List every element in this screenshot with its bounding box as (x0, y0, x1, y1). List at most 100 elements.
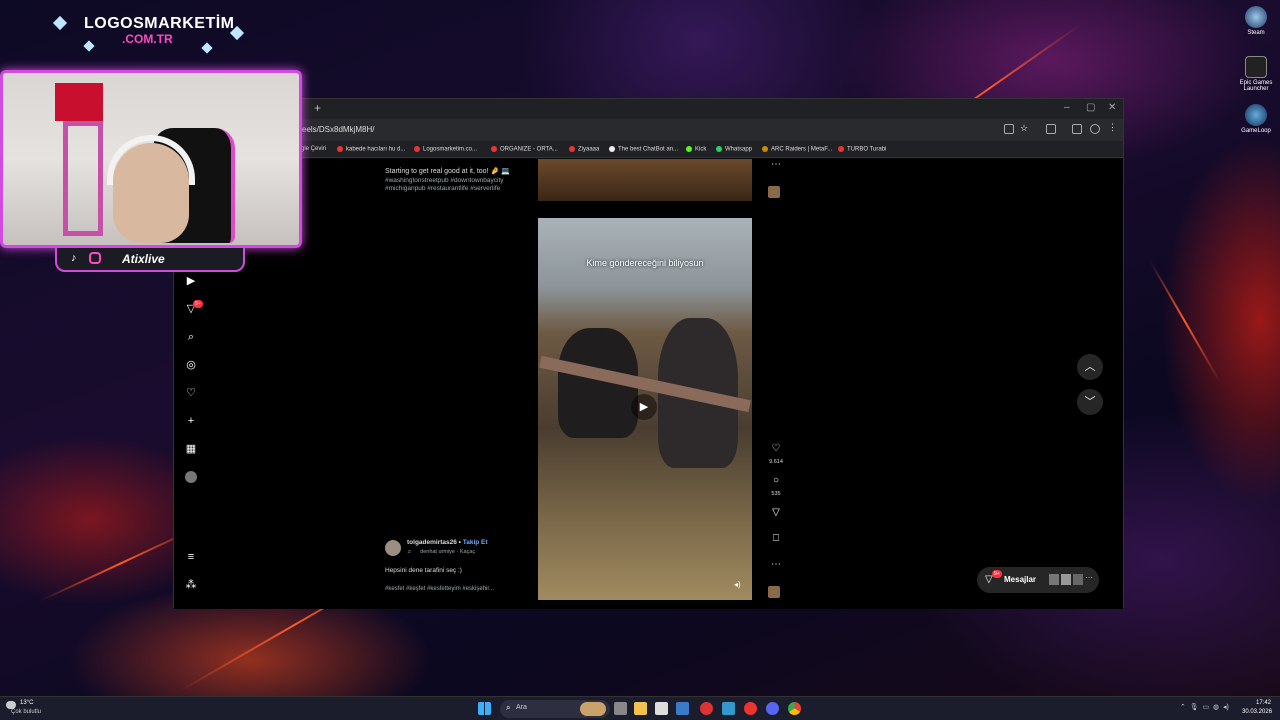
new-tab-button[interactable]: + (314, 101, 321, 115)
desktop-icon-steam[interactable]: Steam (1238, 6, 1274, 36)
app-icon[interactable] (700, 702, 713, 715)
star-icon[interactable]: ☆ (1020, 123, 1030, 133)
bookmark[interactable]: gle Çeviri (301, 146, 326, 152)
play-button[interactable]: ▶ (631, 394, 657, 420)
logo-diamond-icon (83, 40, 95, 52)
profile-avatar[interactable] (185, 471, 197, 483)
mute-icon[interactable]: ◂) (734, 580, 741, 589)
instagram-icon (89, 252, 101, 264)
bookmark[interactable]: Kick (686, 146, 706, 153)
profile-icon[interactable] (1090, 124, 1100, 134)
reel-overlay-text: Kime göndereceğini biliyosun (586, 258, 704, 268)
comment-count: 535 (771, 491, 781, 497)
dashboard-icon[interactable]: ▦ (185, 443, 197, 455)
reel1-caption: Starting to get real good at it, too! 🤌 … (385, 168, 510, 175)
file-explorer-icon[interactable] (634, 702, 647, 715)
bookmarks-bar: gle Çeviri kabede hacıları hu d... Logos… (174, 141, 1123, 158)
more-options-icon[interactable]: ⋯ (769, 559, 783, 570)
messages-label: Mesajlar (1004, 575, 1037, 584)
streamer-nameplate: ♪ Atixlive (55, 246, 245, 272)
bookmark[interactable]: TURBO Turabi (838, 146, 886, 153)
weather-desc[interactable]: Çok bulutlu (11, 709, 41, 715)
comment-icon[interactable]: ○ (769, 475, 783, 486)
steam-icon (1245, 6, 1267, 28)
notification-badge: 9+ (193, 300, 203, 308)
logo-diamond-icon (52, 15, 68, 31)
browser-titlebar: + – ▢ ✕ (174, 99, 1123, 119)
address-bar[interactable]: eels/DSx8dMkjM8H/ ☆ ⋮ (174, 119, 1123, 141)
cast-icon[interactable] (1072, 124, 1082, 134)
minimize-button[interactable]: – (1064, 102, 1070, 113)
messages-badge: 9+ (992, 570, 1002, 578)
bookmark[interactable]: Logosmarketim.co... (414, 146, 477, 153)
brand-logo-domain: .COM.TR (122, 32, 173, 46)
follow-button[interactable]: Takip Et (463, 539, 488, 546)
reel2-video[interactable]: Kime göndereceğini biliyosun ▶ ◂) (538, 218, 752, 600)
tray-icons[interactable]: ⌃ 🎙 ▭ ◍ ◂) (1180, 703, 1229, 711)
reel2-username[interactable]: tolgademirtas26 • Takip Et (407, 539, 488, 546)
share-icon[interactable]: ▽ (769, 507, 783, 518)
browser-window: + – ▢ ✕ eels/DSx8dMkjM8H/ ☆ ⋮ gle Çeviri… (173, 98, 1124, 609)
webcam-feed (0, 70, 302, 248)
url-text[interactable]: eels/DSx8dMkjM8H/ (302, 125, 374, 134)
brand-logo-text: LOGOSMARKETİM (84, 15, 235, 32)
clock-time[interactable]: 17:42 (1256, 700, 1271, 706)
maximize-button[interactable]: ▢ (1086, 102, 1095, 113)
menu-icon[interactable]: ⋮ (1108, 122, 1118, 132)
weather-icon[interactable] (6, 701, 16, 709)
store-icon[interactable] (655, 702, 668, 715)
messages-bar[interactable]: ▽ 9+ Mesajlar ⋯ (977, 567, 1099, 593)
more-options-icon[interactable]: ⋯ (769, 159, 783, 170)
clock-date[interactable]: 30.03.2026 (1242, 709, 1272, 715)
heart-icon[interactable]: ♡ (185, 387, 197, 399)
close-window-button[interactable]: ✕ (1108, 102, 1116, 113)
more-menu-icon[interactable]: ≡ (185, 551, 197, 563)
search-icon: ⌕ (506, 703, 511, 712)
instagram-reels-page: ▶ ▽ 9+ ⌕ ◎ ♡ + ▦ ≡ ⁂ Starting to get rea… (174, 159, 1123, 609)
bookmark[interactable]: ARC Raiders | MetaF... (762, 146, 832, 153)
install-icon[interactable] (1004, 124, 1014, 134)
doorframe (63, 121, 103, 236)
logo-diamond-icon (201, 42, 213, 54)
also-from-meta-icon[interactable]: ⁂ (185, 579, 197, 591)
message-avatars (1049, 574, 1083, 585)
app-icon[interactable] (722, 702, 735, 715)
desktop-icon-gameloop[interactable]: GameLoop (1238, 104, 1274, 134)
extensions-icon[interactable] (1046, 124, 1056, 134)
task-view-icon[interactable] (614, 702, 627, 715)
reel1-hashtags[interactable]: #michiganpub #restaurantlife #serverlife (385, 185, 500, 192)
windows-start-icon[interactable] (478, 702, 491, 715)
bookmark[interactable]: ORGANIZE - ORTA... (491, 146, 558, 153)
audio-thumbnail[interactable] (768, 586, 780, 598)
save-icon[interactable]: ⎕ (769, 533, 783, 544)
taskbar-search[interactable]: ⌕ Ara (500, 700, 610, 718)
epic-games-icon (1245, 56, 1267, 78)
reels-icon[interactable]: ▶ (185, 275, 197, 287)
reel1-hashtags[interactable]: #washingtonstreetpub #downtownbaycity (385, 177, 504, 184)
desktop-icon-epic[interactable]: Epic Games Launcher (1238, 56, 1274, 92)
bookmark[interactable]: Whatsapp (716, 146, 752, 153)
discord-icon[interactable] (766, 702, 779, 715)
weather-temp[interactable]: 13°C (20, 700, 33, 706)
chrome-icon[interactable] (788, 702, 801, 715)
bookmark[interactable]: Ziyaaaa (569, 146, 599, 153)
search-icon[interactable]: ⌕ (185, 331, 197, 343)
previous-reel-button[interactable]: ︿ (1077, 354, 1103, 380)
next-reel-button[interactable]: ﹀ (1077, 389, 1103, 415)
turkish-flag (55, 83, 103, 121)
reel2-hashtags[interactable]: #kesfet #keşfet #kesfetteyim #eskişehir.… (385, 586, 494, 592)
audio-thumbnail[interactable] (768, 186, 780, 198)
bg-streak (1149, 260, 1221, 383)
reel2-user-avatar[interactable] (385, 540, 401, 556)
bookmark[interactable]: kabede hacıları hu d... (337, 146, 405, 153)
app-icon[interactable] (744, 702, 757, 715)
create-icon[interactable]: + (185, 415, 197, 427)
like-icon[interactable]: ♡ (769, 443, 783, 454)
reel2-audio[interactable]: ♬ denhat urmiye · Kaçaç (407, 549, 475, 555)
reel1-video[interactable] (538, 159, 752, 201)
explore-icon[interactable]: ◎ (185, 359, 197, 371)
like-count: 9.614 (769, 459, 783, 465)
settings-icon[interactable] (676, 702, 689, 715)
taskbar: 13°C Çok bulutlu ⌕ Ara ⌃ 🎙 ▭ ◍ ◂) 17:42 … (0, 696, 1280, 720)
bookmark[interactable]: The best ChatBot an... (609, 146, 678, 153)
